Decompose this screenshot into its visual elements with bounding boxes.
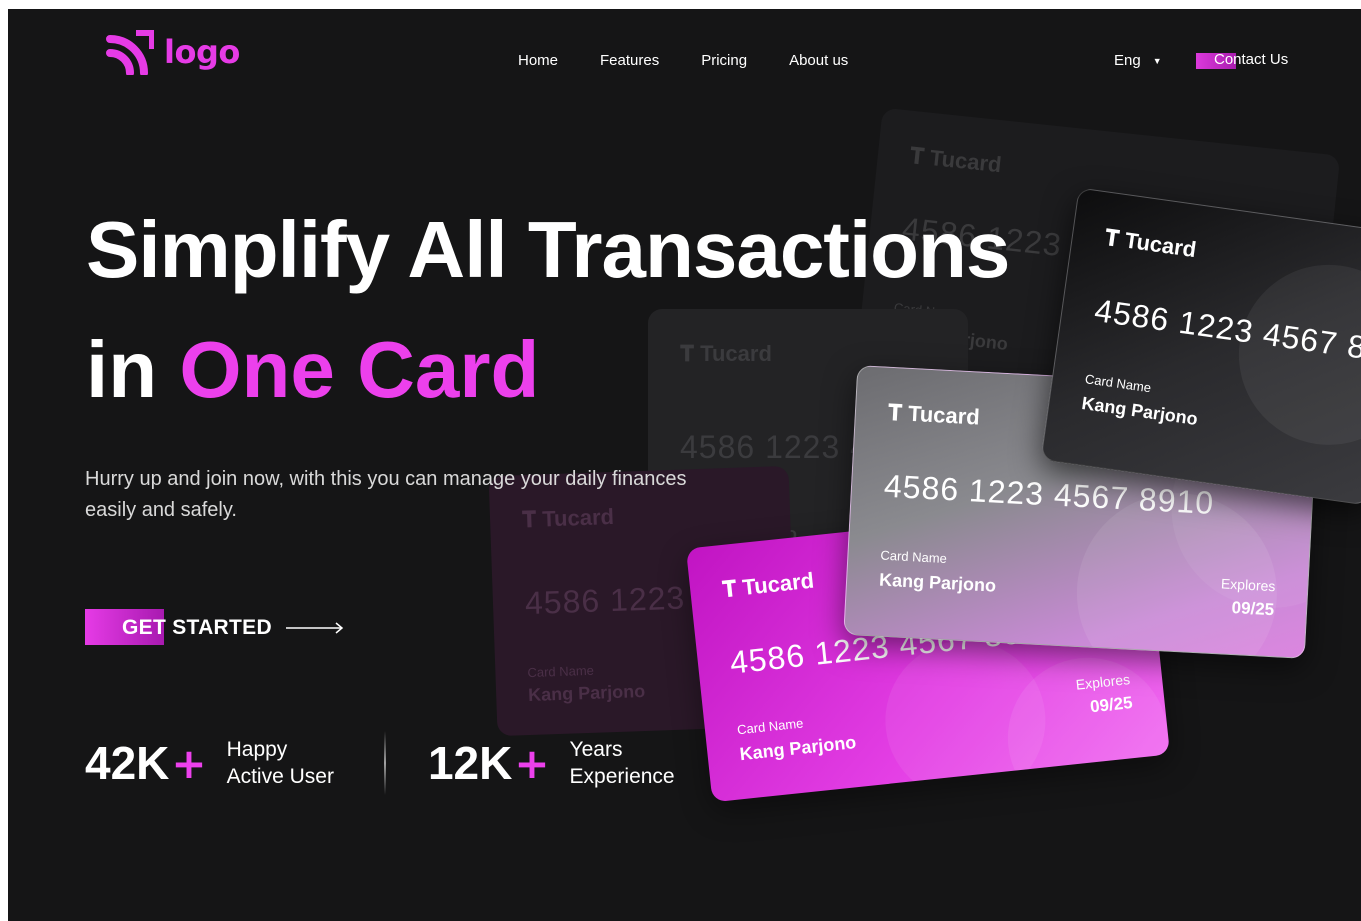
stat-label-line2: Experience xyxy=(569,765,675,788)
card-brand-label: Tucard xyxy=(741,567,816,600)
tucard-icon: 𝐓 xyxy=(1103,224,1121,252)
logo-text: logo xyxy=(164,33,240,71)
stat-label: Years Experience xyxy=(570,736,675,790)
get-started-button[interactable]: GET STARTED xyxy=(85,609,344,645)
hero-title-line1: Simplify All Transactions xyxy=(86,205,1010,294)
contact-us-label: Contact Us xyxy=(1214,51,1289,68)
card-brand: 𝐓 Tucard xyxy=(680,341,772,367)
hero-subtitle: Hurry up and join now, with this you can… xyxy=(85,468,687,521)
expiry-label: Explores xyxy=(1220,575,1276,595)
card-holder: Kang Parjono xyxy=(878,569,997,596)
card-holder: Kang Parjono xyxy=(1080,392,1200,430)
tucard-icon: 𝐓 xyxy=(887,399,903,426)
expiry-date: 09/25 xyxy=(1231,598,1275,620)
stat-label: Happy Active User xyxy=(227,736,334,790)
tucard-icon: 𝐓 xyxy=(721,575,738,603)
brand-logo[interactable]: logo xyxy=(106,29,240,75)
language-selector[interactable]: Eng ▼ xyxy=(1114,52,1162,69)
logo-mark-icon xyxy=(106,30,154,75)
hero-title-accent: One Card xyxy=(179,325,540,414)
stat-suffix: + xyxy=(171,738,207,788)
card-brand: 𝐓 Tucard xyxy=(909,143,1003,178)
card-name-label: Card Name xyxy=(736,715,805,738)
card-brand: 𝐓 Tucard xyxy=(1103,224,1198,264)
landing-page: logo Home Features Pricing About us Eng … xyxy=(8,9,1361,921)
card-brand-label: Tucard xyxy=(928,144,1003,178)
stat-label-line1: Happy xyxy=(226,738,288,761)
stat-value: 42K xyxy=(85,737,170,789)
card-dark: 𝐓 Tucard 4586 1223 4567 8910 Card Name Ka… xyxy=(1040,187,1361,506)
caret-down-icon: ▼ xyxy=(1152,55,1162,66)
nav-pricing[interactable]: Pricing xyxy=(701,52,747,69)
hero-title-prefix: in xyxy=(86,325,180,414)
tucard-icon: 𝐓 xyxy=(908,142,926,170)
stat-experience: 12K + Years Experience xyxy=(428,736,675,790)
get-started-label: GET STARTED xyxy=(122,616,272,639)
card-name-label: Card Name xyxy=(527,662,595,681)
tucard-icon: 𝐓 xyxy=(680,341,695,366)
card-brand: 𝐓 Tucard xyxy=(721,568,815,603)
card-holder: Kang Parjono xyxy=(738,732,858,765)
nav-home[interactable]: Home xyxy=(518,52,558,69)
card-name-label: Card Name xyxy=(880,547,948,567)
stat-value: 12K xyxy=(427,737,513,789)
stats-row: 42K + Happy Active User 12K + Years Expe… xyxy=(85,731,675,795)
card-brand-label: Tucard xyxy=(907,400,981,430)
hero-title-line2: in One Card xyxy=(86,324,539,416)
main-nav: Home Features Pricing About us xyxy=(518,52,848,69)
nav-about-us[interactable]: About us xyxy=(789,52,848,69)
contact-us-button[interactable]: Contact Us xyxy=(1196,51,1289,69)
card-brand-label: Tucard xyxy=(700,341,772,366)
stat-label-line1: Years xyxy=(569,738,623,761)
stat-label-line2: Active User xyxy=(226,765,334,788)
card-brand-label: Tucard xyxy=(1123,227,1198,263)
stat-active-users: 42K + Happy Active User xyxy=(85,736,334,790)
stat-suffix: + xyxy=(514,738,550,788)
arrow-right-icon xyxy=(285,622,344,634)
card-name-label: Card Name xyxy=(1084,371,1153,396)
card-holder: Kang Parjono xyxy=(527,680,646,706)
card-brand: 𝐓 Tucard xyxy=(887,400,980,431)
language-label: Eng xyxy=(1114,52,1141,69)
nav-features[interactable]: Features xyxy=(600,52,659,69)
stats-divider xyxy=(383,731,386,795)
